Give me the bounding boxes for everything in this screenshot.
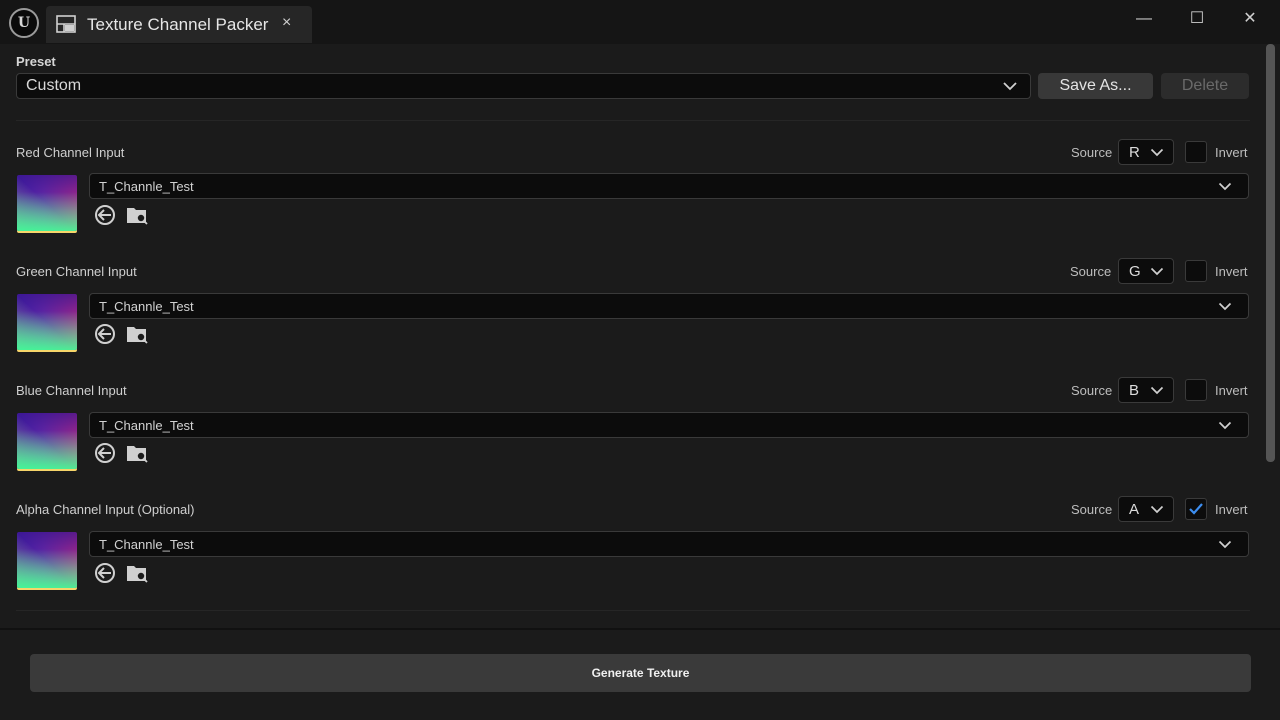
blue-invert-checkbox[interactable] — [1185, 379, 1207, 401]
alpha-invert-checkbox[interactable] — [1185, 498, 1207, 520]
red-source-dropdown[interactable]: R — [1118, 139, 1174, 165]
divider — [16, 120, 1250, 121]
blue-invert-label: Invert — [1215, 383, 1248, 398]
chevron-down-icon — [1218, 421, 1232, 430]
blue-source-value: B — [1129, 382, 1140, 399]
chevron-down-icon — [1150, 505, 1164, 514]
preset-dropdown[interactable]: Custom — [16, 73, 1031, 99]
green-source-value: G — [1129, 263, 1141, 280]
blue-source-label: Source — [1071, 383, 1113, 398]
alpha-asset-picker[interactable]: T_Channle_Test — [89, 531, 1249, 557]
use-selected-asset-icon[interactable] — [94, 204, 116, 226]
blue-asset-picker[interactable]: T_Channle_Test — [89, 412, 1249, 438]
alpha-source-value: A — [1129, 501, 1140, 518]
close-tab-icon[interactable]: × — [282, 14, 291, 32]
red-invert-label: Invert — [1215, 145, 1248, 160]
red-invert-checkbox[interactable] — [1185, 141, 1207, 163]
delete-button[interactable]: Delete — [1161, 73, 1249, 99]
green-invert-label: Invert — [1215, 264, 1248, 279]
unreal-logo-icon: U — [9, 8, 39, 38]
red-asset-value: T_Channle_Test — [99, 179, 194, 194]
save-as-button[interactable]: Save As... — [1038, 73, 1153, 99]
alpha-texture-thumbnail[interactable] — [17, 532, 77, 588]
tab-title: Texture Channel Packer — [87, 15, 269, 34]
red-source-label: Source — [1071, 145, 1113, 160]
close-window-button[interactable]: ✕ — [1237, 8, 1263, 30]
green-asset-picker[interactable]: T_Channle_Test — [89, 293, 1249, 319]
generate-texture-button[interactable]: Generate Texture — [30, 654, 1251, 692]
blue-source-dropdown[interactable]: B — [1118, 377, 1174, 403]
chevron-down-icon — [1003, 82, 1017, 91]
alpha-source-dropdown[interactable]: A — [1118, 496, 1174, 522]
browse-asset-icon[interactable] — [126, 204, 148, 226]
chevron-down-icon — [1218, 540, 1232, 549]
red-texture-thumbnail[interactable] — [17, 175, 77, 231]
green-source-label: Source — [1070, 264, 1112, 279]
alpha-asset-value: T_Channle_Test — [99, 537, 194, 552]
chevron-down-icon — [1150, 386, 1164, 395]
chevron-down-icon — [1150, 267, 1164, 276]
green-asset-value: T_Channle_Test — [99, 299, 194, 314]
chevron-down-icon — [1218, 182, 1232, 191]
preset-value: Custom — [26, 77, 82, 94]
tool-window-icon — [56, 15, 76, 33]
blue-asset-value: T_Channle_Test — [99, 418, 194, 433]
green-invert-checkbox[interactable] — [1185, 260, 1207, 282]
use-selected-asset-icon[interactable] — [94, 442, 116, 464]
chevron-down-icon — [1218, 302, 1232, 311]
maximize-button[interactable]: ☐ — [1184, 8, 1210, 30]
alpha-channel-label: Alpha Channel Input (Optional) — [16, 502, 195, 517]
preset-label: Preset — [16, 54, 56, 69]
vertical-scrollbar[interactable] — [1266, 44, 1275, 462]
chevron-down-icon — [1150, 148, 1164, 157]
blue-channel-label: Blue Channel Input — [16, 383, 127, 398]
footer-separator — [0, 628, 1280, 630]
browse-asset-icon[interactable] — [126, 442, 148, 464]
browse-asset-icon[interactable] — [126, 323, 148, 345]
green-channel-label: Green Channel Input — [16, 264, 137, 279]
browse-asset-icon[interactable] — [126, 562, 148, 584]
use-selected-asset-icon[interactable] — [94, 562, 116, 584]
red-source-value: R — [1129, 144, 1140, 161]
use-selected-asset-icon[interactable] — [94, 323, 116, 345]
green-source-dropdown[interactable]: G — [1118, 258, 1174, 284]
alpha-invert-label: Invert — [1215, 502, 1248, 517]
alpha-source-label: Source — [1071, 502, 1113, 517]
tab-texture-channel-packer[interactable]: Texture Channel Packer × — [46, 6, 312, 43]
divider — [16, 610, 1250, 611]
red-asset-picker[interactable]: T_Channle_Test — [89, 173, 1249, 199]
checkmark-icon — [1189, 503, 1203, 515]
green-texture-thumbnail[interactable] — [17, 294, 77, 350]
red-channel-label: Red Channel Input — [16, 145, 125, 160]
title-bar: U Texture Channel Packer × — ☐ ✕ — [0, 0, 1280, 44]
minimize-button[interactable]: — — [1131, 8, 1157, 30]
blue-texture-thumbnail[interactable] — [17, 413, 77, 469]
